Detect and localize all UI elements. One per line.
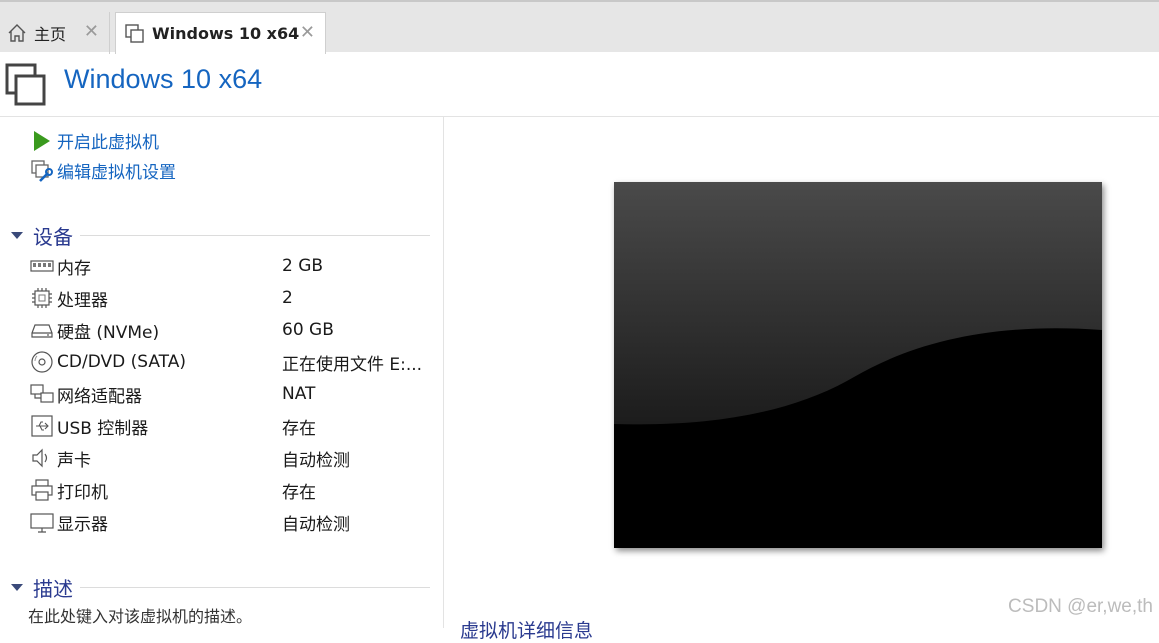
tab-vm-close-icon[interactable]: ✕ <box>300 23 315 43</box>
vm-large-icon <box>4 62 50 108</box>
tab-bar: 主页 ✕ Windows 10 x64 ✕ <box>0 0 1159 54</box>
network-adapter-icon <box>30 382 54 406</box>
power-on-button[interactable]: 开启此虚拟机 <box>30 128 159 153</box>
processor-icon <box>30 286 54 310</box>
device-row-display[interactable]: 显示器 自动检测 <box>30 506 430 538</box>
device-name: 网络适配器 <box>57 386 142 407</box>
device-row-memory[interactable]: 内存 2 GB <box>30 250 430 282</box>
device-value: 60 GB <box>282 320 334 340</box>
page-title: Windows 10 x64 <box>64 64 263 94</box>
power-on-label: 开启此虚拟机 <box>57 133 159 153</box>
tab-home-label: 主页 <box>34 25 67 44</box>
devices-section-rule <box>80 235 430 236</box>
edit-settings-icon <box>30 159 54 183</box>
home-icon <box>6 22 28 44</box>
vm-title-bar: Windows 10 x64 <box>0 52 1159 116</box>
device-row-sound-card[interactable]: 声卡 自动检测 <box>30 442 430 474</box>
description-section-rule <box>80 587 430 588</box>
tab-home[interactable]: 主页 ✕ <box>0 12 110 54</box>
device-row-processor[interactable]: 处理器 2 <box>30 282 430 314</box>
collapse-triangle-icon <box>10 228 24 242</box>
memory-icon <box>30 254 54 278</box>
description-section-header[interactable]: 描述 <box>10 574 430 601</box>
panel-divider <box>443 117 444 628</box>
device-name: 硬盘 (NVMe) <box>57 322 160 343</box>
power-on-play-icon <box>30 129 54 153</box>
edit-settings-label: 编辑虚拟机设置 <box>57 163 176 183</box>
device-name: USB 控制器 <box>57 418 149 439</box>
devices-section-header[interactable]: 设备 <box>10 222 430 249</box>
description-input[interactable]: 在此处键入对该虚拟机的描述。 <box>28 603 252 627</box>
device-value: 存在 <box>282 418 316 439</box>
tab-home-close-icon[interactable]: ✕ <box>84 22 99 42</box>
title-divider <box>0 116 1159 117</box>
cd-dvd-icon <box>30 350 54 374</box>
device-name: 声卡 <box>57 450 91 471</box>
edit-settings-button[interactable]: 编辑虚拟机设置 <box>30 158 176 183</box>
device-name: 处理器 <box>57 290 108 311</box>
sound-card-icon <box>30 446 54 470</box>
vm-icon <box>124 23 146 45</box>
device-value: 正在使用文件 E:... <box>282 354 423 375</box>
tab-vm[interactable]: Windows 10 x64 ✕ <box>115 12 326 54</box>
device-value: 自动检测 <box>282 450 350 471</box>
device-name: 打印机 <box>57 482 108 503</box>
display-icon <box>30 510 54 534</box>
watermark: CSDN @er,we,th <box>1008 596 1153 617</box>
tab-vm-label: Windows 10 x64 <box>152 24 300 43</box>
device-row-printer[interactable]: 打印机 存在 <box>30 474 430 506</box>
device-value: 存在 <box>282 482 316 503</box>
description-section-label: 描述 <box>33 576 73 601</box>
vm-screen-preview[interactable] <box>614 182 1102 548</box>
vm-details-section-header[interactable]: 虚拟机详细信息 <box>460 616 593 643</box>
printer-icon <box>30 478 54 502</box>
device-row-cd-dvd[interactable]: CD/DVD (SATA) 正在使用文件 E:... <box>30 346 430 378</box>
device-name: CD/DVD (SATA) <box>57 352 186 372</box>
devices-section-label: 设备 <box>33 224 73 249</box>
device-value: 2 <box>282 288 293 308</box>
hard-disk-icon <box>30 318 54 342</box>
device-row-network-adapter[interactable]: 网络适配器 NAT <box>30 378 430 410</box>
device-name: 显示器 <box>57 514 108 535</box>
device-value: NAT <box>282 384 316 404</box>
device-name: 内存 <box>57 258 91 279</box>
device-value: 2 GB <box>282 256 324 276</box>
device-value: 自动检测 <box>282 514 350 535</box>
usb-icon <box>30 414 54 438</box>
device-row-usb[interactable]: USB 控制器 存在 <box>30 410 430 442</box>
collapse-triangle-icon <box>10 580 24 594</box>
device-row-hard-disk[interactable]: 硬盘 (NVMe) 60 GB <box>30 314 430 346</box>
